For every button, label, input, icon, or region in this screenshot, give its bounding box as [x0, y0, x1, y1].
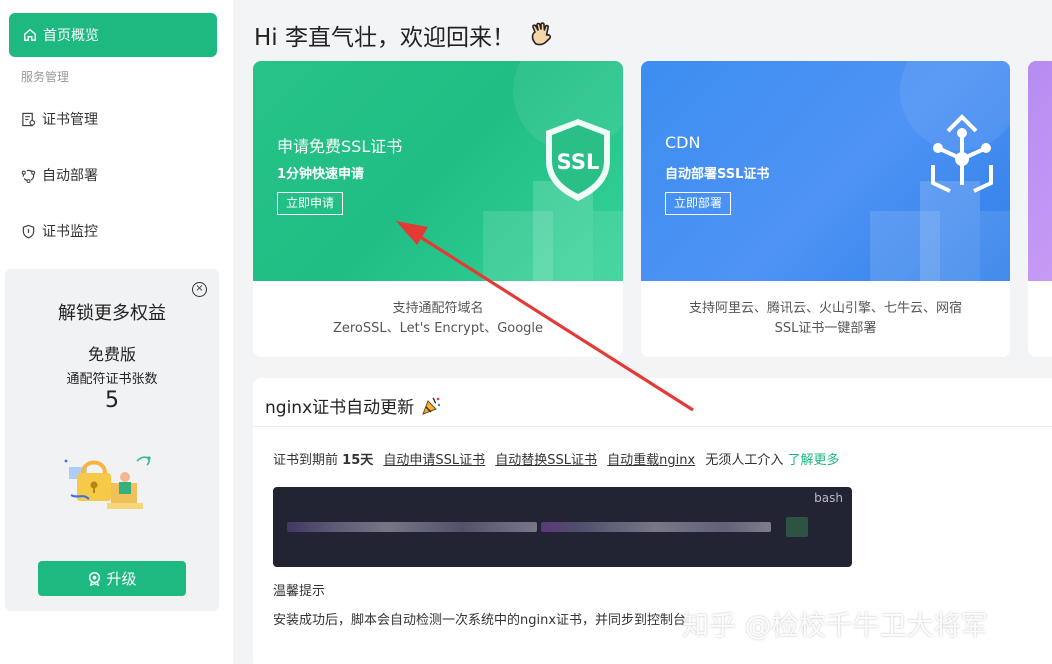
- card-banner: CDN 自动部署SSL证书 立即部署: [641, 61, 1010, 281]
- ssl-badge-text: SSL: [557, 150, 600, 174]
- link-auto-apply[interactable]: 自动申请SSL证书: [383, 453, 485, 468]
- greeting-text: Hi 李直气壮，欢迎回来！: [254, 25, 515, 51]
- card-title: 申请免费SSL证书: [277, 137, 403, 156]
- lock-illustration: [61, 449, 161, 521]
- card-partial[interactable]: [1028, 61, 1052, 357]
- card-title: CDN: [665, 133, 701, 152]
- page-title: Hi 李直气壮，欢迎回来！: [254, 18, 557, 52]
- card-banner: SSL 申请免费SSL证书 1分钟快速申请 立即申请: [253, 61, 623, 281]
- renew-info-line: 证书到期前 15天 自动申请SSL证书 自动替换SSL证书 自动重载nginx …: [273, 449, 840, 468]
- sidebar-item-certificates[interactable]: 证书管理: [21, 107, 98, 131]
- plan-name: 免费版: [87, 345, 136, 364]
- sidebar: 首页概览 服务管理 证书管理 自动部署 证书监控 × 解锁更多权益 免费版 通配…: [0, 0, 233, 664]
- divider: [253, 426, 1052, 427]
- panel-title-text: nginx证书自动更新: [265, 398, 415, 418]
- upgrade-label: 升级: [106, 570, 137, 588]
- redacted-code: [287, 522, 537, 532]
- info-suffix: 无须人工介入: [705, 453, 784, 468]
- card-footer: 支持通配符域名 ZeroSSL、Let's Encrypt、Google: [253, 299, 623, 339]
- info-prefix: 证书到期前: [273, 453, 339, 468]
- ssl-shield-illustration: SSL: [483, 61, 623, 281]
- watermark: 知乎 @检校千牛卫大将军: [682, 611, 988, 642]
- party-popper-icon: [420, 395, 442, 417]
- card-free-ssl: SSL 申请免费SSL证书 1分钟快速申请 立即申请 支持通配符域名 ZeroS…: [253, 61, 623, 357]
- card-banner: [1028, 61, 1052, 281]
- link-auto-reload[interactable]: 自动重载nginx: [607, 453, 695, 468]
- sidebar-group-label: 服务管理: [21, 70, 70, 84]
- wildcard-count-label: 通配符证书张数: [66, 372, 158, 387]
- tip-text: 安装成功后，脚本会自动检测一次系统中的nginx证书，并同步到控制台: [273, 613, 687, 628]
- cdn-network-illustration: [870, 61, 1010, 281]
- sidebar-item-auto-deploy[interactable]: 自动部署: [21, 163, 98, 187]
- redacted-code: [541, 522, 771, 532]
- apply-now-button[interactable]: 立即申请: [277, 192, 344, 215]
- deploy-icon: [21, 168, 36, 183]
- card-footer-line: 支持阿里云、腾讯云、火山引擎、七牛云、网宿: [688, 301, 962, 316]
- link-auto-replace[interactable]: 自动替换SSL证书: [495, 453, 597, 468]
- deploy-now-button[interactable]: 立即部署: [665, 192, 732, 215]
- certificate-icon: [21, 112, 36, 127]
- card-cdn: CDN 自动部署SSL证书 立即部署 支持阿里云、腾讯云、火山引擎、七牛云、网宿…: [641, 61, 1010, 357]
- tip-title: 温馨提示: [273, 584, 326, 599]
- sidebar-item-label: 证书监控: [42, 224, 98, 240]
- learn-more-link[interactable]: 了解更多: [788, 453, 840, 468]
- sidebar-item-home[interactable]: 首页概览: [9, 13, 217, 57]
- sidebar-item-monitoring[interactable]: 证书监控: [21, 219, 98, 243]
- upgrade-button[interactable]: 升级: [38, 561, 186, 596]
- sidebar-item-label: 自动部署: [42, 168, 98, 184]
- sidebar-item-label: 首页概览: [43, 28, 99, 44]
- code-language-label: bash: [814, 491, 843, 505]
- close-icon[interactable]: ×: [192, 282, 207, 297]
- waving-hand-icon: [527, 20, 557, 50]
- sidebar-item-label: 证书管理: [42, 112, 98, 128]
- card-footer-line: SSL证书一键部署: [774, 321, 877, 336]
- card-footer-line: ZeroSSL、Let's Encrypt、Google: [332, 321, 544, 336]
- wildcard-count: 5: [105, 388, 119, 413]
- card-subtitle: 自动部署SSL证书: [665, 167, 770, 182]
- redacted-code: [786, 517, 808, 537]
- upgrade-promo-card: × 解锁更多权益 免费版 通配符证书张数 5 升级: [5, 269, 219, 611]
- card-subtitle: 1分钟快速申请: [277, 167, 365, 182]
- badge-icon: [87, 571, 102, 586]
- promo-title: 解锁更多权益: [58, 303, 166, 324]
- panel-title: nginx证书自动更新: [265, 393, 442, 418]
- card-footer-line: 支持通配符域名: [392, 301, 484, 316]
- home-icon: [23, 28, 37, 42]
- card-footer: 支持阿里云、腾讯云、火山引擎、七牛云、网宿 SSL证书一键部署: [641, 299, 1010, 339]
- shield-icon: [21, 224, 36, 239]
- code-block[interactable]: bash: [273, 487, 852, 567]
- info-days: 15天: [342, 453, 374, 468]
